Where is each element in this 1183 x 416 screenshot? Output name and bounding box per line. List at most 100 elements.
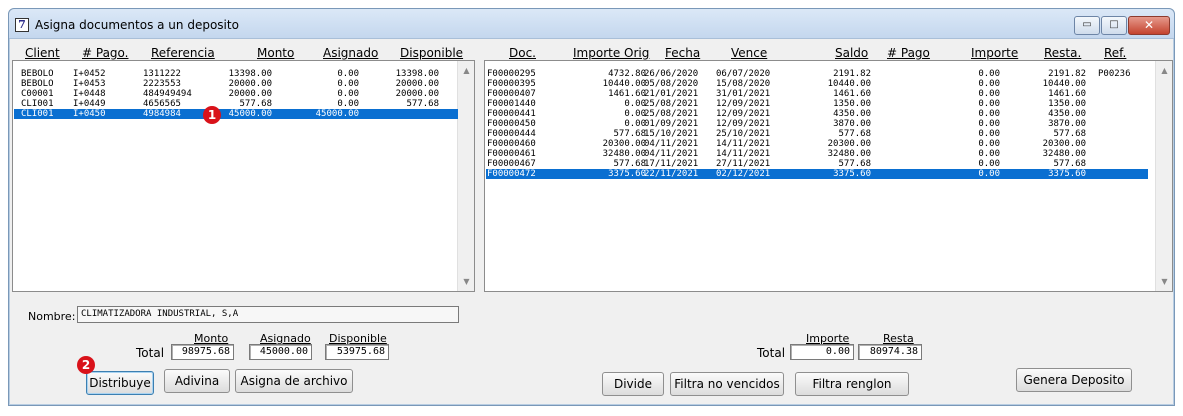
document-cell-importe-orig: 32480.00 xyxy=(602,149,646,159)
documents-grid[interactable]: ▲ ▼ F00000295 4732.80 26/06/2020 06/07/2020… xyxy=(484,60,1173,292)
document-cell-saldo: 3870.00 xyxy=(833,119,871,129)
document-cell-doc: F00000472 xyxy=(487,169,536,179)
document-cell-doc: F00000295 xyxy=(487,69,536,79)
document-cell-importe-orig: 0.00 xyxy=(624,99,646,109)
document-row[interactable]: F00000461 32480.00 04/11/2021 14/11/2021 324… xyxy=(486,149,1148,159)
scroll-down-arrow-icon[interactable]: ▼ xyxy=(459,274,474,289)
document-row[interactable]: F00000295 4732.80 26/06/2020 06/07/2020 2191… xyxy=(486,69,1148,79)
payment-cell-pago: I+0452 xyxy=(73,69,106,79)
document-cell-saldo: 32480.00 xyxy=(827,149,871,159)
header-client[interactable]: Client xyxy=(25,46,60,60)
asigna-archivo-button[interactable]: Asigna de archivo xyxy=(235,369,353,393)
payment-row[interactable]: BEBOLO I+0453 2223553 20000.00 0.00 20000.00 xyxy=(14,79,458,89)
window-title: Asigna documentos a un deposito xyxy=(35,18,239,32)
payment-cell-disponible: 20000.00 xyxy=(395,79,439,89)
payment-row[interactable]: C00001 I+0448 484949494 20000.00 0.00 20000.0… xyxy=(14,89,458,99)
document-cell-importe: 0.00 xyxy=(978,69,1000,79)
filtra-renglon-button[interactable]: Filtra renglon xyxy=(795,372,909,396)
payment-cell-client: CLI001 xyxy=(21,99,54,109)
payment-cell-pago: I+0448 xyxy=(73,89,106,99)
header-ref[interactable]: Ref. xyxy=(1104,46,1126,60)
document-cell-saldo: 577.68 xyxy=(838,159,871,169)
documents-scrollbar[interactable]: ▲ ▼ xyxy=(1155,61,1172,291)
document-cell-saldo: 577.68 xyxy=(838,129,871,139)
app-icon: 7 xyxy=(15,18,29,32)
header-saldo[interactable]: Saldo xyxy=(835,46,868,60)
document-cell-vence: 12/09/2021 xyxy=(716,99,771,109)
payment-row[interactable]: CLI001 I+0450 4984984 45000.00 45000.00 xyxy=(14,109,458,119)
document-cell-saldo: 1461.60 xyxy=(833,89,871,99)
document-cell-fecha: 25/08/2021 xyxy=(644,109,699,119)
close-button[interactable]: ✕ xyxy=(1128,16,1170,35)
payments-grid[interactable]: ▲ ▼ BEBOLO I+0452 1311222 13398.00 0.00 13398… xyxy=(12,60,475,292)
document-cell-vence: 27/11/2021 xyxy=(716,159,771,169)
step-marker-2: 2 xyxy=(77,356,95,374)
adivina-button[interactable]: Adivina xyxy=(164,369,230,393)
disponible-total-field: 53975.68 xyxy=(325,344,389,360)
header-referencia[interactable]: Referencia xyxy=(151,46,215,60)
header-fecha[interactable]: Fecha xyxy=(665,46,700,60)
document-cell-saldo: 4350.00 xyxy=(833,109,871,119)
document-cell-doc: F00000444 xyxy=(487,129,536,139)
document-cell-importe-orig: 0.00 xyxy=(624,109,646,119)
document-cell-doc: F00000467 xyxy=(487,159,536,169)
document-row[interactable]: F00000467 577.68 17/11/2021 27/11/2021 577.6… xyxy=(486,159,1148,169)
header-num-pago[interactable]: # Pago xyxy=(887,46,930,60)
payment-row[interactable]: BEBOLO I+0452 1311222 13398.00 0.00 13398.00 xyxy=(14,69,458,79)
payment-cell-monto: 20000.00 xyxy=(228,79,272,89)
document-cell-resta: 10440.00 xyxy=(1042,79,1086,89)
header-pago[interactable]: # Pago. xyxy=(82,46,128,60)
document-cell-vence: 14/11/2021 xyxy=(716,139,771,149)
payment-row[interactable]: CLI001 I+0449 4656565 577.68 0.00 577.68 xyxy=(14,99,458,109)
scroll-up-arrow-icon[interactable]: ▲ xyxy=(1157,63,1172,78)
document-cell-fecha: 04/11/2021 xyxy=(644,139,699,149)
resta-total-field: 80974.38 xyxy=(858,344,922,360)
document-cell-vence: 12/09/2021 xyxy=(716,119,771,129)
document-row[interactable]: F00001440 0.00 25/08/2021 12/09/2021 1350.00… xyxy=(486,99,1148,109)
document-row[interactable]: F00000441 0.00 25/08/2021 12/09/2021 4350.00… xyxy=(486,109,1148,119)
header-monto[interactable]: Monto xyxy=(257,46,294,60)
document-cell-fecha: 21/01/2021 xyxy=(644,89,699,99)
distribuye-button[interactable]: Distribuye xyxy=(86,371,154,395)
document-cell-fecha: 17/11/2021 xyxy=(644,159,699,169)
document-cell-importe-orig: 4732.80 xyxy=(608,69,646,79)
payment-cell-monto: 13398.00 xyxy=(228,69,272,79)
left-total-label: Total xyxy=(136,346,165,360)
maximize-button[interactable]: □ xyxy=(1101,16,1127,35)
document-row[interactable]: F00000444 577.68 15/10/2021 25/10/2021 577.6… xyxy=(486,129,1148,139)
document-cell-importe: 0.00 xyxy=(978,139,1000,149)
document-cell-saldo: 1350.00 xyxy=(833,99,871,109)
header-asignado[interactable]: Asignado xyxy=(323,46,378,60)
genera-deposito-button[interactable]: Genera Deposito xyxy=(1016,368,1132,392)
document-cell-resta: 3870.00 xyxy=(1048,119,1086,129)
minimize-button[interactable]: ▭ xyxy=(1074,16,1100,35)
header-importe-orig[interactable]: Importe Orig xyxy=(573,46,649,60)
nombre-label: Nombre: xyxy=(28,310,76,323)
header-vence[interactable]: Vence xyxy=(731,46,767,60)
header-disponible[interactable]: Disponible xyxy=(400,46,463,60)
document-cell-vence: 14/11/2021 xyxy=(716,149,771,159)
scroll-up-arrow-icon[interactable]: ▲ xyxy=(459,63,474,78)
document-cell-vence: 25/10/2021 xyxy=(716,129,771,139)
header-resta[interactable]: Resta. xyxy=(1044,46,1081,60)
payment-cell-disponible: 577.68 xyxy=(406,99,439,109)
title-bar[interactable]: 7 Asigna documentos a un deposito ▭ □ ✕ xyxy=(9,9,1174,39)
nombre-field[interactable]: CLIMATIZADORA INDUSTRIAL, S,A xyxy=(77,306,459,323)
scroll-down-arrow-icon[interactable]: ▼ xyxy=(1157,274,1172,289)
header-doc[interactable]: Doc. xyxy=(509,46,536,60)
payment-cell-asignado: 0.00 xyxy=(337,79,359,89)
document-row[interactable]: F00000395 10440.00 05/08/2020 15/08/2020 104… xyxy=(486,79,1148,89)
document-cell-resta: 32480.00 xyxy=(1042,149,1086,159)
header-importe[interactable]: Importe xyxy=(971,46,1018,60)
payments-scrollbar[interactable]: ▲ ▼ xyxy=(457,61,474,291)
document-row[interactable]: F00000407 1461.60 21/01/2021 31/01/2021 1461… xyxy=(486,89,1148,99)
document-row[interactable]: F00000450 0.00 01/09/2021 12/09/2021 3870.00… xyxy=(486,119,1148,129)
filtra-no-vencidos-button[interactable]: Filtra no vencidos xyxy=(670,372,784,396)
document-row[interactable]: F00000472 3375.60 22/11/2021 02/12/2021 3375… xyxy=(486,169,1148,179)
document-cell-fecha: 04/11/2021 xyxy=(644,149,699,159)
document-cell-importe: 0.00 xyxy=(978,99,1000,109)
document-row[interactable]: F00000460 20300.00 04/11/2021 14/11/2021 203… xyxy=(486,139,1148,149)
divide-button[interactable]: Divide xyxy=(602,372,664,396)
document-cell-doc: F00000407 xyxy=(487,89,536,99)
document-cell-resta: 577.68 xyxy=(1053,129,1086,139)
